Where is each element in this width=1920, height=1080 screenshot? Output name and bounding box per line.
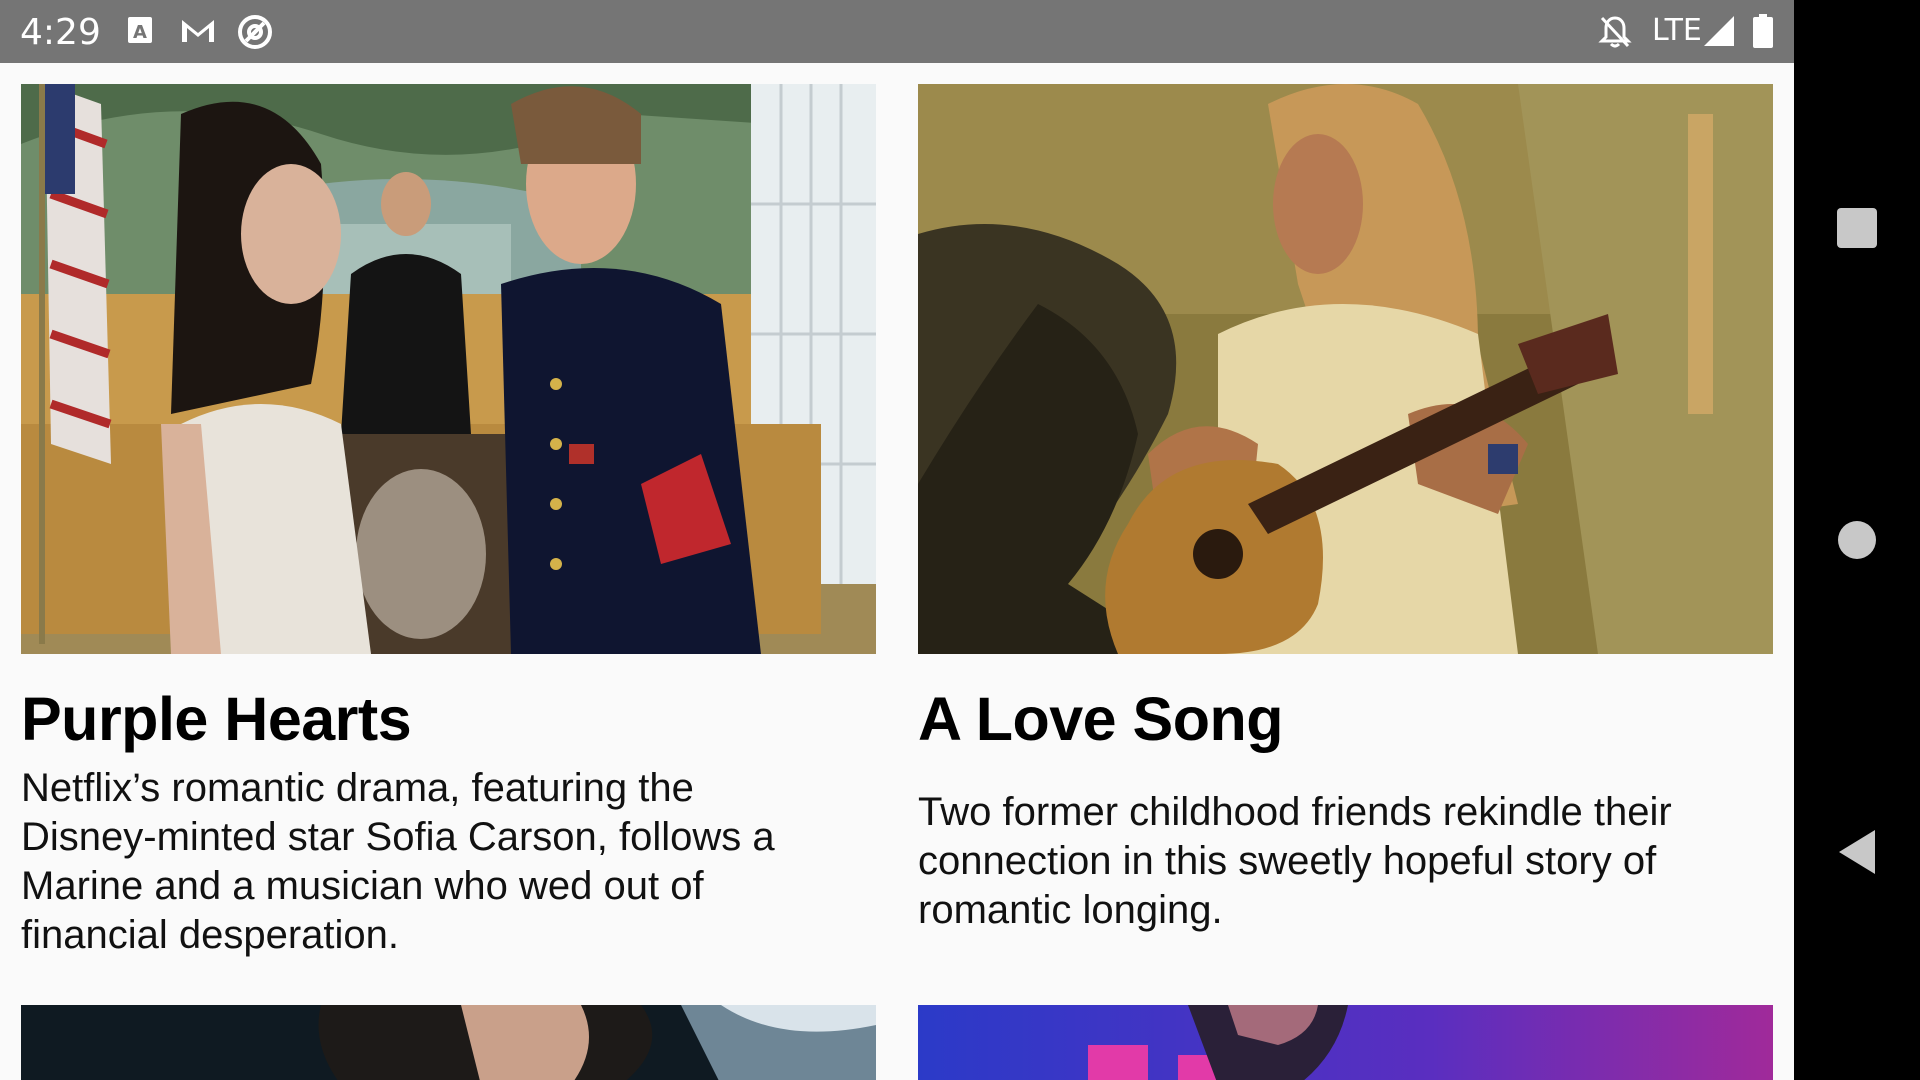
article-card[interactable]: A Love Song Two former childhood friends… — [918, 84, 1773, 964]
recents-button[interactable] — [1831, 202, 1883, 254]
back-button[interactable] — [1831, 826, 1883, 878]
home-button[interactable] — [1831, 514, 1883, 566]
article-card[interactable]: Purple Hearts Netflix’s romantic drama, … — [21, 84, 876, 964]
status-time: 4:29 — [20, 12, 101, 53]
card-description: Netflix’s romantic drama, featuring the … — [21, 766, 775, 957]
back-triangle-icon — [1839, 830, 1875, 874]
svg-text:A: A — [133, 22, 147, 43]
navigation-bar — [1794, 0, 1920, 1080]
battery-icon — [1752, 14, 1774, 53]
woman-playing-guitar-photo — [918, 84, 1773, 654]
article-image[interactable] — [21, 1005, 876, 1080]
signal-icon — [1702, 14, 1736, 53]
card-title[interactable]: Purple Hearts — [21, 684, 412, 754]
status-bar: 4:29 A LTE — [0, 0, 1794, 63]
a-icon: A — [126, 14, 154, 51]
card-description: Two former childhood friends rekindle th… — [918, 790, 1672, 932]
network-type: LTE — [1652, 13, 1702, 48]
courtroom-wedding-photo — [21, 84, 876, 654]
gmail-icon — [178, 14, 218, 51]
circle-icon — [1838, 521, 1876, 559]
article-image[interactable] — [918, 1005, 1773, 1080]
card-title[interactable]: A Love Song — [918, 684, 1284, 754]
square-icon — [1837, 208, 1877, 248]
app-screen: 4:29 A LTE Purple Hearts Netflix’s roman… — [0, 0, 1794, 1080]
notifications-off-icon — [1598, 14, 1632, 55]
at-sign-icon — [236, 14, 274, 55]
